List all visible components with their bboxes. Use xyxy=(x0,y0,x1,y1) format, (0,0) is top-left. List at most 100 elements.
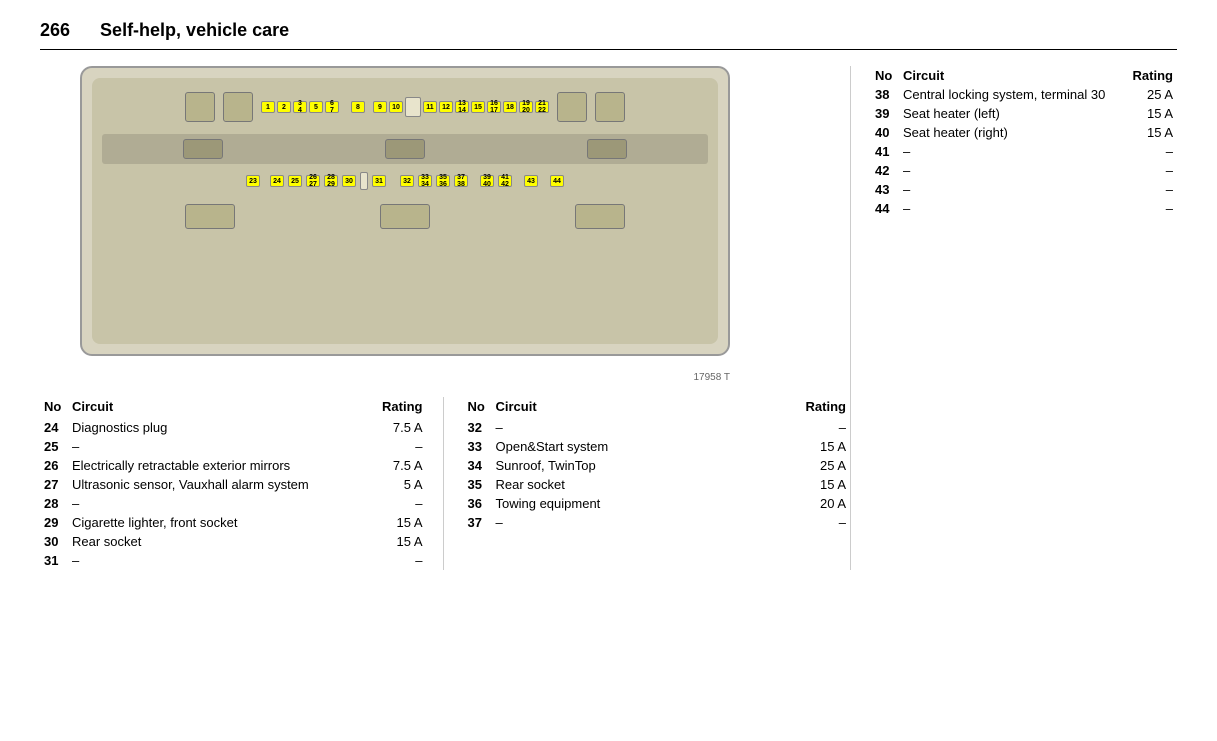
fuse-no: 35 xyxy=(464,475,492,494)
table-row: 27 Ultrasonic sensor, Vauxhall alarm sys… xyxy=(40,475,427,494)
fuse-circuit: – xyxy=(492,418,765,437)
left-table-rating-header: Rating xyxy=(366,397,427,418)
fuse-circuit: – xyxy=(899,142,1125,161)
table-row: 35 Rear socket 15 A xyxy=(464,475,851,494)
fuse-rating: 7.5 A xyxy=(366,456,427,475)
fuse-no: 28 xyxy=(40,494,68,513)
table-row: 43 – – xyxy=(871,180,1177,199)
fuse-rating: – xyxy=(1125,180,1177,199)
fuse-rating: – xyxy=(1125,161,1177,180)
fuse-rating: 20 A xyxy=(765,494,850,513)
table-row: 39 Seat heater (left) 15 A xyxy=(871,104,1177,123)
table-row: 37 – – xyxy=(464,513,851,532)
fuse-circuit: – xyxy=(492,513,765,532)
table-row: 25 – – xyxy=(40,437,427,456)
table-row: 42 – – xyxy=(871,161,1177,180)
right-section: No Circuit Rating 38 Central locking sys… xyxy=(850,66,1177,570)
fuse-circuit: – xyxy=(68,437,366,456)
fuse-no: 25 xyxy=(40,437,68,456)
fuse-rating: 5 A xyxy=(366,475,427,494)
middle-table-rating-header: Rating xyxy=(765,397,850,418)
left-fuse-table: No Circuit Rating 24 Diagnostics plug 7.… xyxy=(40,397,427,570)
fuse-rating: 15 A xyxy=(765,437,850,456)
fuse-no: 44 xyxy=(871,199,899,218)
fuse-circuit: Central locking system, terminal 30 xyxy=(899,85,1125,104)
table-row: 32 – – xyxy=(464,418,851,437)
left-table-col: No Circuit Rating 24 Diagnostics plug 7.… xyxy=(40,397,444,570)
left-table-no-header: No xyxy=(40,397,68,418)
fuse-no: 33 xyxy=(464,437,492,456)
table-row: 28 – – xyxy=(40,494,427,513)
page-title: Self-help, vehicle care xyxy=(100,20,289,41)
fuse-circuit: Rear socket xyxy=(68,532,366,551)
table-row: 29 Cigarette lighter, front socket 15 A xyxy=(40,513,427,532)
fuse-rating: 25 A xyxy=(1125,85,1177,104)
fuse-circuit: – xyxy=(899,161,1125,180)
right-table-rating-header: Rating xyxy=(1125,66,1177,85)
table-row: 36 Towing equipment 20 A xyxy=(464,494,851,513)
page-number: 266 xyxy=(40,20,70,41)
fuse-no: 31 xyxy=(40,551,68,570)
fuse-no: 43 xyxy=(871,180,899,199)
fuse-no: 40 xyxy=(871,123,899,142)
fuse-box-diagram: 1 2 34 5 67 8 9 10 11 xyxy=(80,66,730,356)
table-row: 33 Open&Start system 15 A xyxy=(464,437,851,456)
left-table-circuit-header: Circuit xyxy=(68,397,366,418)
fuse-rating: – xyxy=(765,418,850,437)
middle-table-col: No Circuit Rating 32 – – 33 Open&Start s… xyxy=(444,397,851,570)
right-table-circuit-header: Circuit xyxy=(899,66,1125,85)
fuse-circuit: Rear socket xyxy=(492,475,765,494)
fuse-no: 30 xyxy=(40,532,68,551)
fuse-circuit: Electrically retractable exterior mirror… xyxy=(68,456,366,475)
fuse-circuit: Towing equipment xyxy=(492,494,765,513)
fuse-rating: 15 A xyxy=(1125,123,1177,142)
table-row: 38 Central locking system, terminal 30 2… xyxy=(871,85,1177,104)
table-row: 34 Sunroof, TwinTop 25 A xyxy=(464,456,851,475)
table-row: 26 Electrically retractable exterior mir… xyxy=(40,456,427,475)
fuse-circuit: Seat heater (left) xyxy=(899,104,1125,123)
fuse-no: 29 xyxy=(40,513,68,532)
middle-table-no-header: No xyxy=(464,397,492,418)
middle-fuse-table: No Circuit Rating 32 – – 33 Open&Start s… xyxy=(464,397,851,532)
fuse-no: 27 xyxy=(40,475,68,494)
middle-table-circuit-header: Circuit xyxy=(492,397,765,418)
fuse-circuit: Ultrasonic sensor, Vauxhall alarm system xyxy=(68,475,366,494)
left-section: 1 2 34 5 67 8 9 10 11 xyxy=(40,66,850,570)
table-row: 30 Rear socket 15 A xyxy=(40,532,427,551)
image-reference: 17958 T xyxy=(80,372,730,383)
table-row: 41 – – xyxy=(871,142,1177,161)
fuse-no: 24 xyxy=(40,418,68,437)
fuse-circuit: Sunroof, TwinTop xyxy=(492,456,765,475)
fuse-circuit: – xyxy=(899,180,1125,199)
fuse-no: 41 xyxy=(871,142,899,161)
fuse-box-image: 1 2 34 5 67 8 9 10 11 xyxy=(80,66,730,356)
fuse-rating: 25 A xyxy=(765,456,850,475)
fuse-rating: – xyxy=(366,551,427,570)
page-header: 266 Self-help, vehicle care xyxy=(40,20,1177,50)
fuse-no: 36 xyxy=(464,494,492,513)
fuse-circuit: – xyxy=(68,551,366,570)
fuse-circuit: Diagnostics plug xyxy=(68,418,366,437)
fuse-rating: – xyxy=(765,513,850,532)
fuse-circuit: Cigarette lighter, front socket xyxy=(68,513,366,532)
table-row: 24 Diagnostics plug 7.5 A xyxy=(40,418,427,437)
table-row: 44 – – xyxy=(871,199,1177,218)
fuse-no: 37 xyxy=(464,513,492,532)
fuse-no: 34 xyxy=(464,456,492,475)
fuse-rating: 15 A xyxy=(765,475,850,494)
fuse-no: 32 xyxy=(464,418,492,437)
fuse-circuit: – xyxy=(899,199,1125,218)
fuse-no: 42 xyxy=(871,161,899,180)
fuse-rating: – xyxy=(366,494,427,513)
fuse-tables-left: No Circuit Rating 24 Diagnostics plug 7.… xyxy=(40,397,850,570)
content-area: 1 2 34 5 67 8 9 10 11 xyxy=(40,66,1177,570)
fuse-no: 38 xyxy=(871,85,899,104)
fuse-rating: – xyxy=(1125,142,1177,161)
table-row: 40 Seat heater (right) 15 A xyxy=(871,123,1177,142)
table-row: 31 – – xyxy=(40,551,427,570)
fuse-circuit: – xyxy=(68,494,366,513)
fuse-rating: 15 A xyxy=(366,532,427,551)
fuse-circuit: Open&Start system xyxy=(492,437,765,456)
right-table-no-header: No xyxy=(871,66,899,85)
fuse-circuit: Seat heater (right) xyxy=(899,123,1125,142)
